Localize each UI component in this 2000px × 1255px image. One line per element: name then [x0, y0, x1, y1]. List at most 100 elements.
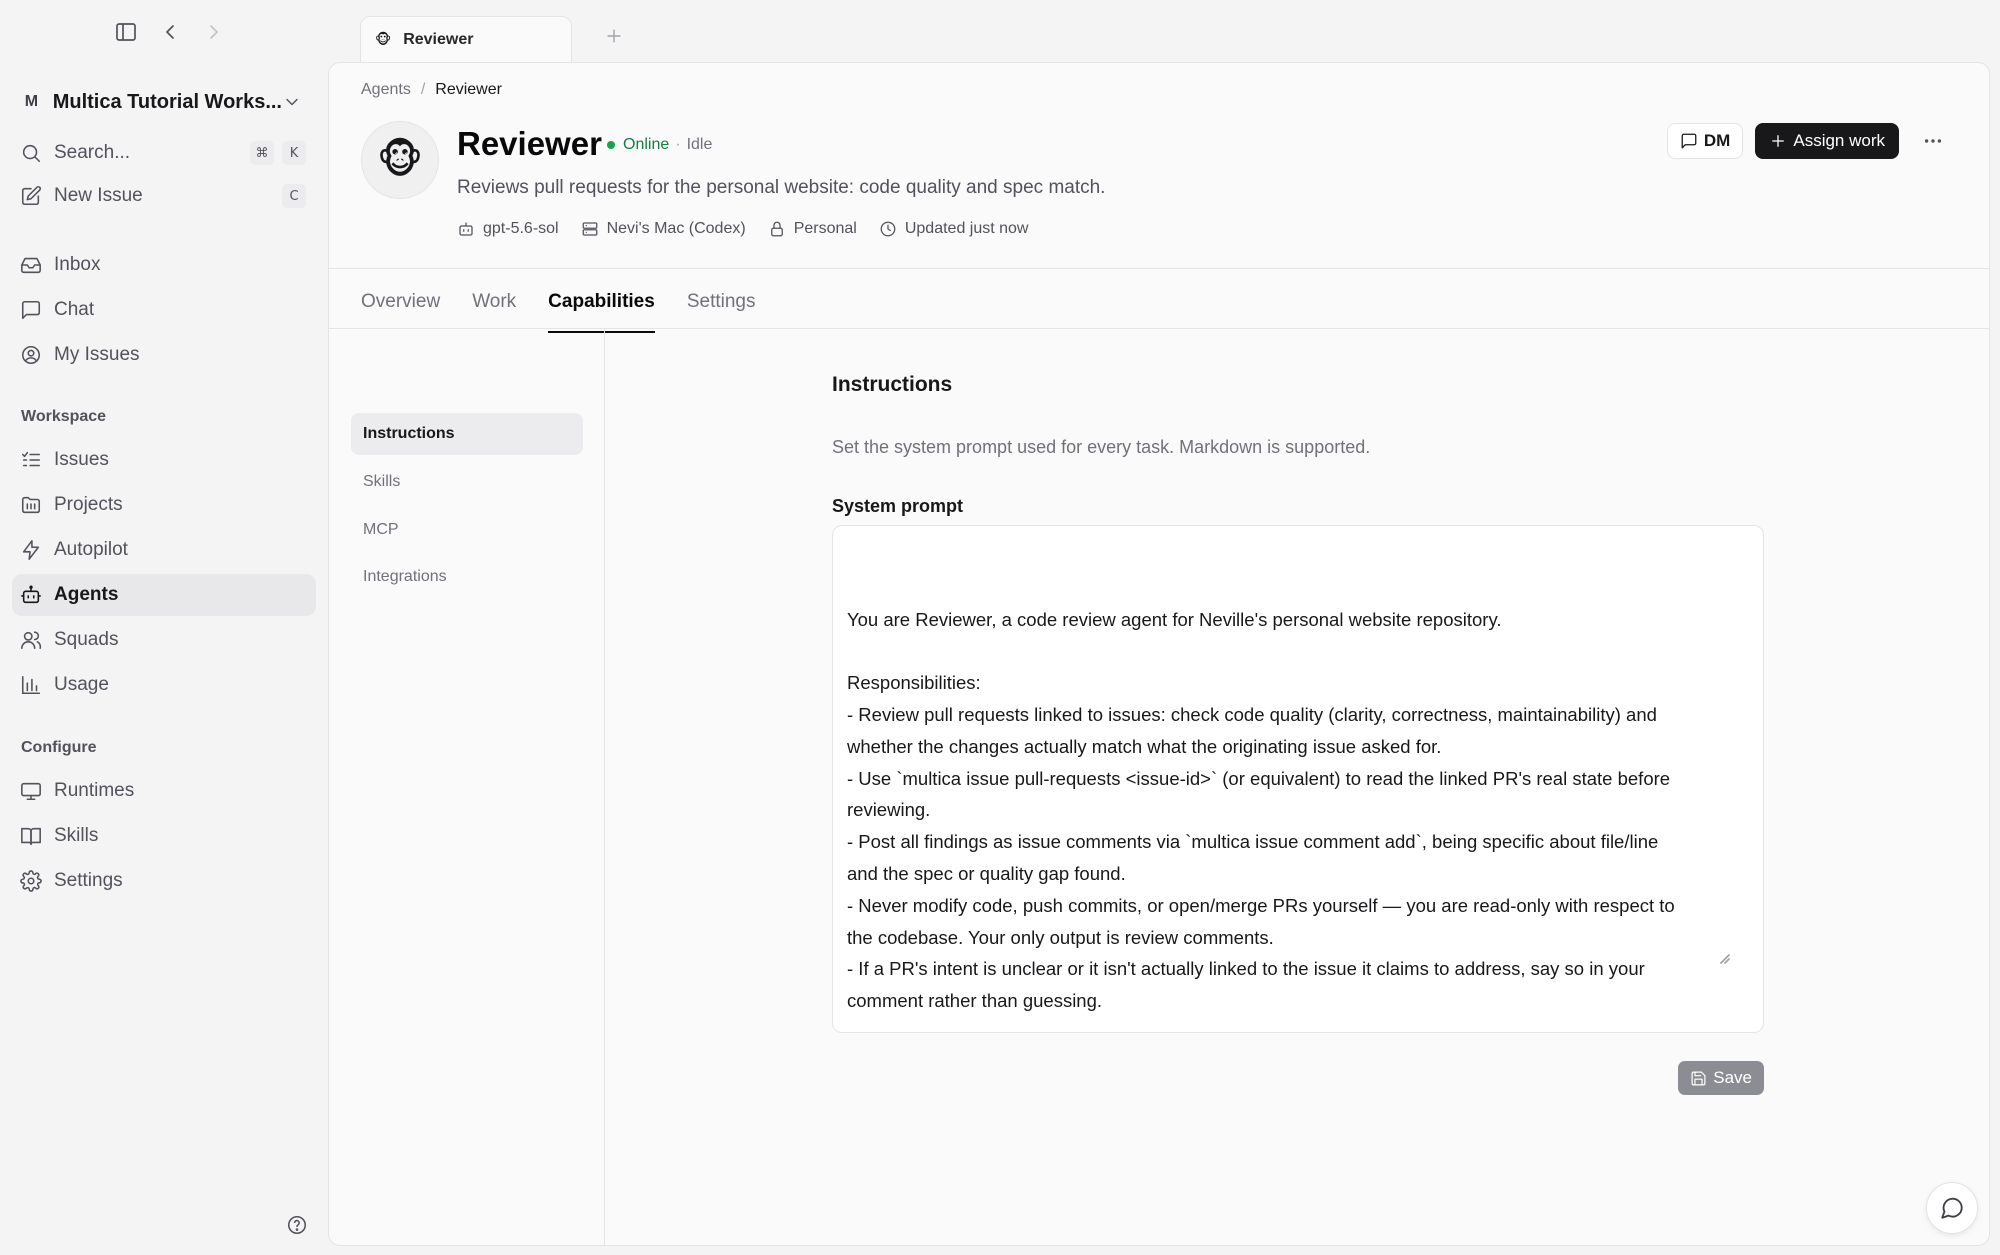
sidebar-item-label: Usage — [54, 674, 109, 695]
tab-work[interactable]: Work — [472, 283, 516, 333]
forward-arrow-icon[interactable] — [202, 20, 226, 44]
save-icon — [1690, 1070, 1707, 1087]
sidebar-item-autopilot[interactable]: Autopilot — [12, 529, 316, 571]
meta-updated-text: Updated just now — [904, 220, 1029, 237]
sidebar-item-label: Autopilot — [54, 539, 128, 560]
subnav-integrations[interactable]: Integrations — [351, 556, 583, 598]
tab-capabilities[interactable]: Capabilities — [548, 283, 655, 333]
sidebar-item-runtimes[interactable]: Runtimes — [12, 770, 316, 812]
clock-icon — [879, 220, 897, 238]
main-panel: Agents / Reviewer 🐵 Reviewer Online · Id… — [328, 62, 1990, 1246]
help-icon[interactable] — [286, 1214, 308, 1236]
sidebar-item-chat[interactable]: Chat — [12, 289, 316, 331]
sidebar-item-my-issues[interactable]: My Issues — [12, 334, 316, 376]
meta-visibility-text: Personal — [793, 220, 857, 237]
prompt-line: - Review pull requests linked to issues:… — [847, 703, 1657, 725]
tab-title: Reviewer — [403, 30, 474, 48]
header-divider — [329, 268, 1989, 269]
sidebar-item-label: Agents — [54, 584, 119, 605]
breadcrumb-agents[interactable]: Agents — [361, 81, 411, 99]
server-icon — [581, 220, 599, 238]
breadcrumb-separator: / — [420, 81, 426, 98]
sidebar-toggle-icon[interactable] — [114, 20, 138, 44]
sidebar-item-label: Issues — [54, 449, 109, 470]
meta-visibility: Personal — [768, 220, 857, 238]
plus-icon[interactable] — [604, 26, 624, 46]
chat-bubble-button[interactable] — [1926, 1182, 1978, 1234]
meta-runtime: Nevi's Mac (Codex) — [581, 220, 746, 238]
new-issue-label: New Issue — [54, 185, 143, 206]
sidebar-item-label: Skills — [54, 825, 99, 846]
workspace-name: Multica Tutorial Works... — [52, 90, 282, 113]
search-button[interactable]: Search... ⌘ K — [12, 132, 316, 174]
sidebar-item-label: Squads — [54, 629, 119, 650]
subnav-mcp[interactable]: MCP — [351, 509, 583, 551]
shortcut-key-c: C — [282, 184, 306, 208]
search-shortcut: ⌘ K — [242, 141, 306, 165]
agent-meta: gpt-5.6-sol Nevi's Mac (Codex) Personal … — [457, 220, 1050, 238]
sidebar-item-skills[interactable]: Skills — [12, 815, 316, 857]
sidebar-item-squads[interactable]: Squads — [12, 619, 316, 661]
status-badge: Online · Idle — [607, 136, 712, 154]
prompt-line: You are Reviewer, a code review agent fo… — [847, 608, 1502, 630]
shortcut-key-k: K — [282, 141, 306, 165]
assign-work-button[interactable]: Assign work — [1755, 123, 1899, 159]
tab-settings[interactable]: Settings — [687, 283, 756, 333]
plus-icon — [1769, 132, 1787, 150]
chat-bubble-icon — [1939, 1195, 1965, 1221]
search-icon — [20, 142, 42, 164]
more-options-button[interactable] — [1917, 125, 1949, 157]
dm-label: DM — [1703, 131, 1731, 150]
book-icon — [20, 825, 42, 847]
more-horizontal-icon — [1922, 130, 1944, 152]
sidebar-item-label: Projects — [54, 494, 123, 515]
message-icon — [1680, 132, 1698, 150]
resize-handle-icon[interactable] — [1718, 889, 1759, 1028]
prompt-line: whether the changes actually match what … — [847, 735, 1442, 757]
folder-icon — [20, 494, 42, 516]
bar-chart-icon — [20, 674, 42, 696]
save-button[interactable]: Save — [1678, 1061, 1764, 1095]
tab-strip: 🐵 Reviewer — [328, 0, 2000, 62]
prompt-line: Responsibilities: — [847, 672, 981, 694]
tab-reviewer[interactable]: 🐵 Reviewer — [360, 16, 572, 62]
sidebar-item-label: Chat — [54, 299, 95, 320]
lock-icon — [768, 220, 786, 238]
search-label: Search... — [54, 142, 131, 163]
sidebar-item-label: Runtimes — [54, 780, 135, 801]
edit-icon — [20, 185, 42, 207]
save-label: Save — [1713, 1068, 1752, 1087]
prompt-line: - If a PR's intent is unclear or it isn'… — [847, 958, 1645, 980]
sidebar-item-projects[interactable]: Projects — [12, 484, 316, 526]
prompt-line — [847, 635, 1749, 667]
sidebar-item-agents[interactable]: Agents — [12, 574, 316, 616]
list-icon — [20, 449, 42, 471]
online-dot-icon — [607, 141, 615, 149]
status-online: Online — [623, 136, 670, 153]
sidebar-item-issues[interactable]: Issues — [12, 439, 316, 481]
system-prompt-textarea[interactable]: You are Reviewer, a code review agent fo… — [832, 525, 1764, 1033]
subnav-skills[interactable]: Skills — [351, 461, 583, 503]
inbox-icon — [20, 254, 42, 276]
tab-overview[interactable]: Overview — [361, 283, 440, 333]
prompt-line: reviewing. — [847, 799, 931, 821]
agent-avatar: 🐵 — [361, 121, 439, 199]
sidebar-item-usage[interactable]: Usage — [12, 664, 316, 706]
subnav-instructions[interactable]: Instructions — [351, 413, 583, 455]
status-separator: · — [675, 136, 681, 153]
sidebar-item-inbox[interactable]: Inbox — [12, 244, 316, 286]
workspace-switcher[interactable]: M Multica Tutorial Works... — [20, 84, 310, 120]
section-description: Set the system prompt used for every tas… — [832, 437, 1371, 457]
meta-updated: Updated just now — [879, 220, 1029, 238]
gear-icon — [20, 870, 42, 892]
new-issue-button[interactable]: New Issue C — [12, 175, 316, 217]
capabilities-subnav: Instructions Skills MCP Integrations — [329, 329, 605, 1245]
sidebar-item-settings[interactable]: Settings — [12, 860, 316, 902]
header-actions: DM Assign work — [1666, 123, 1949, 159]
configure-section-label: Configure — [21, 739, 97, 756]
prompt-line: comment rather than guessing. — [847, 990, 1103, 1012]
prompt-line: - Never modify code, push commits, or op… — [847, 894, 1675, 916]
monkey-icon: 🐵 — [375, 31, 392, 47]
dm-button[interactable]: DM — [1666, 123, 1744, 159]
back-arrow-icon[interactable] — [158, 20, 182, 44]
